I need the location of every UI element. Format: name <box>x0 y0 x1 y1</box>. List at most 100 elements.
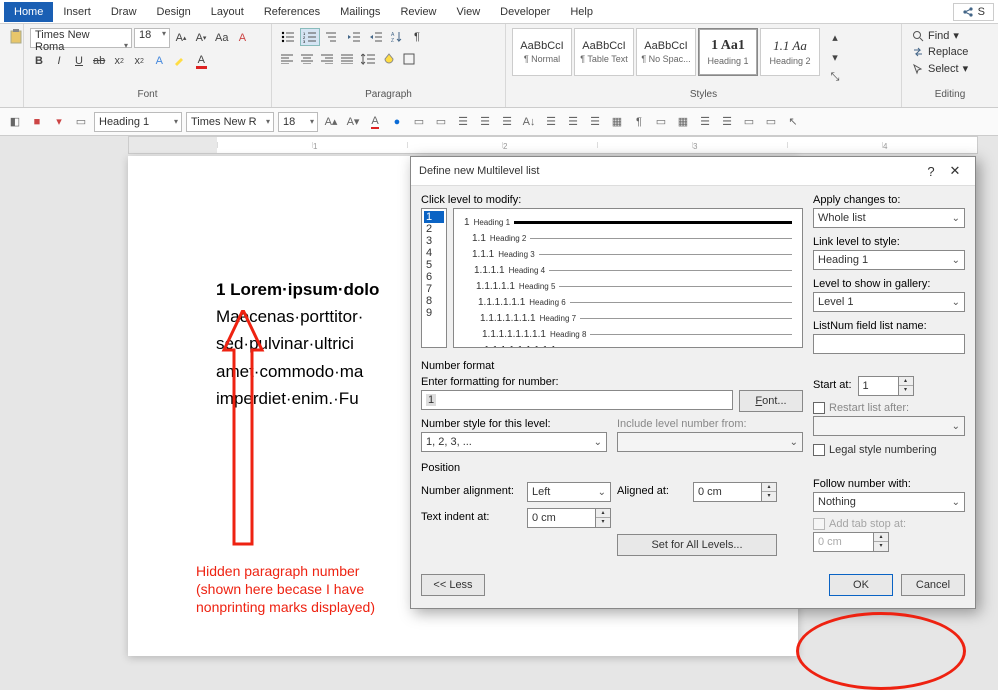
level-3[interactable]: 3 <box>424 235 444 247</box>
tb-c-icon[interactable]: ▾ <box>50 113 68 131</box>
tab-layout[interactable]: Layout <box>201 2 254 22</box>
tab-insert[interactable]: Insert <box>53 2 101 22</box>
ok-button[interactable]: OK <box>829 574 893 596</box>
tab-design[interactable]: Design <box>147 2 201 22</box>
level-5[interactable]: 5 <box>424 259 444 271</box>
tb-i8-icon[interactable]: ▦ <box>608 113 626 131</box>
tb-i2-icon[interactable]: ☰ <box>476 113 494 131</box>
tab-developer[interactable]: Developer <box>490 2 560 22</box>
tab-stop-checkbox[interactable] <box>813 518 825 530</box>
sort-icon[interactable]: AZ <box>388 28 406 46</box>
increase-indent-icon[interactable] <box>366 28 386 46</box>
tab-review[interactable]: Review <box>390 2 446 22</box>
grow-font-icon[interactable]: A▴ <box>172 29 190 47</box>
restart-checkbox[interactable] <box>813 402 825 414</box>
show-gallery-select[interactable]: Level 1 <box>813 292 965 312</box>
cancel-button[interactable]: Cancel <box>901 574 965 596</box>
multilevel-icon[interactable] <box>322 28 342 46</box>
link-level-select[interactable]: Heading 1 <box>813 250 965 270</box>
tb-color-icon[interactable]: A <box>366 113 384 131</box>
tb-d-icon[interactable]: ▭ <box>72 113 90 131</box>
legal-checkbox[interactable] <box>813 444 825 456</box>
tb-i14-icon[interactable]: ▭ <box>740 113 758 131</box>
select-button[interactable]: Select ▾ <box>908 61 972 76</box>
tb-grow-icon[interactable]: A▴ <box>322 113 340 131</box>
tb-cursor-icon[interactable]: ↖ <box>784 113 802 131</box>
find-button[interactable]: Find ▾ <box>908 28 972 43</box>
paste-icon[interactable] <box>6 28 26 46</box>
align-right-icon[interactable] <box>318 50 336 68</box>
set-all-levels-button[interactable]: Set for All Levels... <box>617 534 777 556</box>
indent-input[interactable]: 0 cm <box>527 508 596 528</box>
tb-i3-icon[interactable]: ☰ <box>498 113 516 131</box>
aligned-at-spin[interactable]: ▴▾ <box>762 482 777 502</box>
tb-b-icon[interactable]: ■ <box>28 113 46 131</box>
italic-button[interactable]: I <box>50 52 68 70</box>
tb-i13-icon[interactable]: ☰ <box>718 113 736 131</box>
tab-help[interactable]: Help <box>560 2 603 22</box>
start-at-input[interactable]: 1 <box>858 376 899 396</box>
level-7[interactable]: 7 <box>424 283 444 295</box>
ruler[interactable]: 12 34 <box>128 136 978 154</box>
tb-i9-icon[interactable]: ¶ <box>630 113 648 131</box>
level-4[interactable]: 4 <box>424 247 444 259</box>
highlight-icon[interactable] <box>170 52 190 70</box>
tb-i7-icon[interactable]: ☰ <box>586 113 604 131</box>
text-effects-icon[interactable]: A <box>150 52 168 70</box>
clear-format-icon[interactable]: A <box>233 29 251 47</box>
tb-shape1-icon[interactable]: ● <box>388 113 406 131</box>
change-case-icon[interactable]: Aa <box>212 29 231 47</box>
level-6[interactable]: 6 <box>424 271 444 283</box>
justify-icon[interactable] <box>338 50 356 68</box>
tb-shape2-icon[interactable]: ▭ <box>410 113 428 131</box>
borders-icon[interactable] <box>400 50 418 68</box>
tab-references[interactable]: References <box>254 2 330 22</box>
bold-button[interactable]: B <box>30 52 48 70</box>
apply-changes-select[interactable]: Whole list <box>813 208 965 228</box>
tb-i1-icon[interactable]: ☰ <box>454 113 472 131</box>
style-heading1[interactable]: 1 Aa1Heading 1 <box>698 28 758 76</box>
indent-spin[interactable]: ▴▾ <box>596 508 611 528</box>
strikethrough-button[interactable]: ab <box>90 52 108 70</box>
tb-font-select[interactable]: Times New R <box>186 112 274 132</box>
listnum-input[interactable] <box>813 334 965 354</box>
align-center-icon[interactable] <box>298 50 316 68</box>
font-size-select[interactable]: 18 <box>134 28 170 48</box>
level-8[interactable]: 8 <box>424 295 444 307</box>
style-scroll-down-icon[interactable]: ▾ <box>826 48 844 66</box>
level-1[interactable]: 1 <box>424 211 444 223</box>
numstyle-select[interactable]: 1, 2, 3, ... <box>421 432 607 452</box>
dialog-close-button[interactable]: ✕ <box>943 163 967 179</box>
share-button[interactable]: S <box>953 3 994 21</box>
shrink-font-icon[interactable]: A▾ <box>192 29 210 47</box>
tb-i4-icon[interactable]: A↓ <box>520 113 538 131</box>
style-expand-icon[interactable]: ⤡ <box>826 68 844 86</box>
style-no-spacing[interactable]: AaBbCcI¶ No Spac... <box>636 28 696 76</box>
tab-home[interactable]: Home <box>4 2 53 22</box>
replace-button[interactable]: Replace <box>908 45 972 59</box>
numbering-icon[interactable]: 123 <box>300 28 320 46</box>
tb-i6-icon[interactable]: ☰ <box>564 113 582 131</box>
style-scroll-up-icon[interactable]: ▴ <box>826 28 844 46</box>
start-at-spin[interactable]: ▴▾ <box>899 376 914 396</box>
enter-formatting-input[interactable]: 1 <box>421 390 733 410</box>
underline-button[interactable]: U <box>70 52 88 70</box>
tab-mailings[interactable]: Mailings <box>330 2 390 22</box>
decrease-indent-icon[interactable] <box>344 28 364 46</box>
subscript-button[interactable]: x2 <box>110 52 128 70</box>
tb-i11-icon[interactable]: ▦ <box>674 113 692 131</box>
tb-size-select[interactable]: 18 <box>278 112 318 132</box>
line-spacing-icon[interactable] <box>358 50 378 68</box>
tab-draw[interactable]: Draw <box>101 2 147 22</box>
show-marks-icon[interactable]: ¶ <box>408 28 426 46</box>
less-button[interactable]: << Less <box>421 574 485 596</box>
level-9[interactable]: 9 <box>424 307 444 319</box>
font-button[interactable]: FFont...ont... <box>739 390 803 412</box>
level-2[interactable]: 2 <box>424 223 444 235</box>
dialog-help-button[interactable]: ? <box>919 164 943 179</box>
font-color-icon[interactable]: A <box>192 52 210 70</box>
tb-i15-icon[interactable]: ▭ <box>762 113 780 131</box>
align-left-icon[interactable] <box>278 50 296 68</box>
tb-a-icon[interactable]: ◧ <box>6 113 24 131</box>
tb-i5-icon[interactable]: ☰ <box>542 113 560 131</box>
